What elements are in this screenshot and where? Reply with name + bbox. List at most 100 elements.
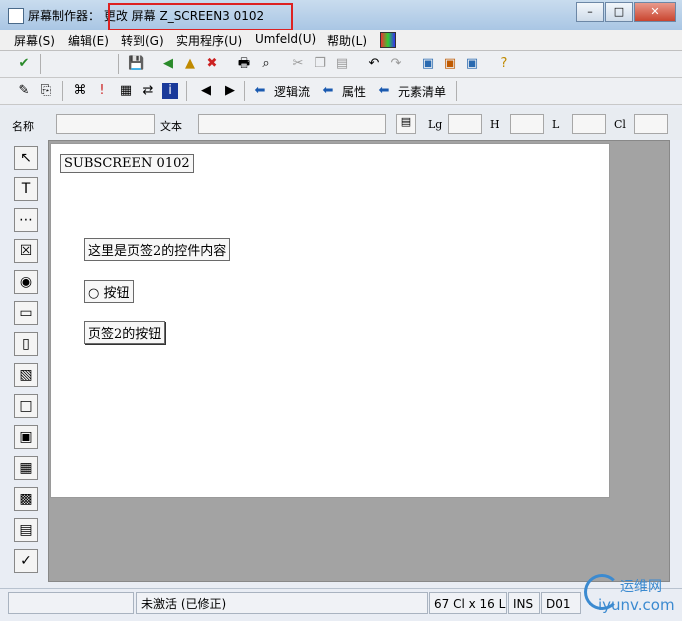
status-system: D01 bbox=[541, 592, 581, 614]
create-session-icon[interactable]: ▣ bbox=[420, 56, 436, 72]
toolbar-divider bbox=[118, 54, 119, 74]
watermark-logo: 运维网 iyunv.com bbox=[584, 572, 680, 618]
text-element[interactable]: 这里是页签2的控件内容 bbox=[84, 238, 231, 261]
back-icon[interactable]: ◀ bbox=[160, 56, 176, 72]
next-icon[interactable]: ▶ bbox=[222, 83, 238, 99]
status-bar: 未激活 (已修正) 67 Cl x 16 L INS D01 bbox=[0, 588, 682, 621]
toolbar-divider bbox=[186, 81, 187, 101]
tab2-push-button[interactable]: 页签2的按钮 bbox=[84, 321, 166, 344]
watermark-url: iyunv.com bbox=[598, 596, 675, 614]
paste-icon[interactable]: ▤ bbox=[334, 56, 350, 72]
box-icon[interactable]: □ bbox=[14, 394, 38, 418]
standard-toolbar: ✔ 💾 ◀ ▲ ✖ 🖶 ⌕ ✂ ❐ ▤ ↶ ↷ ▣ ▣ ▣ ? bbox=[0, 51, 682, 78]
title-bar: 屏幕制作器： 更改 屏幕 Z_SCREEN3 0102 – □ ✕ bbox=[0, 0, 682, 31]
layout-icon[interactable]: ▣ bbox=[464, 56, 480, 72]
attributes-arrow-icon: ⬅ bbox=[322, 83, 334, 98]
toolbar-divider bbox=[456, 81, 457, 101]
highlight-box bbox=[108, 3, 293, 31]
toolbar-divider bbox=[40, 54, 41, 74]
element-palette: ↖ T ⋯ ☒ ◉ ▭ ▯ ▧ □ ▣ ▦ ▩ ▤ ✓ bbox=[14, 146, 40, 580]
menu-help[interactable]: 帮助(L) bbox=[327, 32, 367, 49]
app-icon bbox=[8, 8, 24, 24]
radio-label: 按钮 bbox=[103, 286, 130, 301]
lg-label: Lg bbox=[428, 118, 443, 131]
watermark-text: 运维网 bbox=[620, 579, 662, 595]
generate-shortcut-icon[interactable]: ▣ bbox=[442, 56, 458, 72]
toolbar-divider bbox=[244, 81, 245, 101]
application-toolbar: ✎ ⎘ ⌘ ! ▦ ⇄ i ◀ ▶ ⬅ 逻辑流 ⬅ 属性 ⬅ 元素清单 bbox=[0, 78, 682, 105]
print-icon[interactable]: 🖶 bbox=[236, 56, 252, 72]
redo-icon[interactable]: ↷ bbox=[388, 56, 404, 72]
pencil-icon[interactable]: ✎ bbox=[16, 83, 32, 99]
undo-icon[interactable]: ↶ bbox=[366, 56, 382, 72]
maximize-button[interactable]: □ bbox=[605, 2, 633, 22]
minimize-button[interactable]: – bbox=[576, 2, 604, 22]
attribute-fields: 名称 文本 ▤ Lg H L Cl bbox=[0, 108, 682, 140]
previous-icon[interactable]: ◀ bbox=[198, 83, 214, 99]
other-object-icon[interactable]: ⎘ bbox=[38, 83, 54, 99]
toolbar-divider bbox=[62, 81, 63, 101]
status-icon[interactable]: ✓ bbox=[14, 549, 38, 573]
push-button-icon[interactable]: ▭ bbox=[14, 301, 38, 325]
radio-circle-icon: ○ bbox=[88, 286, 100, 301]
h-input[interactable] bbox=[510, 114, 544, 134]
menu-goto[interactable]: 转到(G) bbox=[121, 32, 164, 49]
cl-label: Cl bbox=[614, 118, 626, 131]
enter-check-icon[interactable]: ✔ bbox=[16, 56, 32, 72]
menu-screen[interactable]: 屏幕(S) bbox=[14, 32, 55, 49]
subscreen-label[interactable]: SUBSCREEN 0102 bbox=[60, 154, 194, 173]
menu-environment[interactable]: Umfeld(U) bbox=[255, 32, 316, 46]
info-icon[interactable]: i bbox=[162, 83, 178, 99]
element-list-arrow-icon: ⬅ bbox=[378, 83, 390, 98]
custom-control-icon[interactable]: ▤ bbox=[14, 518, 38, 542]
element-list-button[interactable]: 元素清单 bbox=[398, 83, 446, 100]
dictionary-icon[interactable]: ▤ bbox=[396, 114, 416, 134]
status-state: 未激活 (已修正) bbox=[136, 592, 428, 614]
radio-button-icon[interactable]: ◉ bbox=[14, 270, 38, 294]
tabstrip-wizard-icon[interactable]: ▧ bbox=[14, 363, 38, 387]
text-label: 文本 bbox=[160, 120, 182, 133]
name-input[interactable] bbox=[56, 114, 155, 134]
title-prefix: 屏幕制作器： bbox=[28, 9, 101, 23]
close-button[interactable]: ✕ bbox=[634, 2, 676, 22]
navigate-icon[interactable]: ⇄ bbox=[140, 83, 156, 99]
table-wizard-icon[interactable]: ▩ bbox=[14, 487, 38, 511]
pointer-icon[interactable]: ↖ bbox=[14, 146, 38, 170]
cl-input[interactable] bbox=[634, 114, 668, 134]
name-label: 名称 bbox=[12, 120, 34, 133]
menu-edit[interactable]: 编辑(E) bbox=[68, 32, 109, 49]
menu-utilities[interactable]: 实用程序(U) bbox=[176, 32, 242, 49]
l-label: L bbox=[552, 118, 560, 131]
activate-icon[interactable]: ! bbox=[94, 83, 110, 99]
window-controls: – □ ✕ bbox=[575, 2, 676, 22]
tabstrip-icon[interactable]: ▯ bbox=[14, 332, 38, 356]
lg-input[interactable] bbox=[448, 114, 482, 134]
status-mode: INS bbox=[508, 592, 540, 614]
copy-icon[interactable]: ❐ bbox=[312, 56, 328, 72]
checkbox-icon[interactable]: ☒ bbox=[14, 239, 38, 263]
status-message-area bbox=[8, 592, 134, 614]
menu-bar: 屏幕(S) 编辑(E) 转到(G) 实用程序(U) Umfeld(U) 帮助(L… bbox=[0, 30, 682, 51]
radio-element[interactable]: ○ 按钮 bbox=[84, 280, 134, 303]
logic-flow-arrow-icon: ⬅ bbox=[254, 83, 266, 98]
h-label: H bbox=[490, 118, 500, 131]
find-icon[interactable]: ⌕ bbox=[258, 56, 274, 72]
layout-editor-icon[interactable]: ▦ bbox=[118, 83, 134, 99]
attributes-button[interactable]: 属性 bbox=[342, 83, 366, 100]
table-control-icon[interactable]: ▦ bbox=[14, 456, 38, 480]
hierarchy-icon[interactable]: ⌘ bbox=[72, 83, 88, 99]
cancel-icon[interactable]: ✖ bbox=[204, 56, 220, 72]
status-size: 67 Cl x 16 L bbox=[429, 592, 507, 614]
subscreen-icon[interactable]: ▣ bbox=[14, 425, 38, 449]
screen-canvas[interactable]: SUBSCREEN 0102 这里是页签2的控件内容 ○ 按钮 页签2的按钮 bbox=[50, 143, 610, 498]
save-icon[interactable]: 💾 bbox=[128, 56, 144, 72]
text-input[interactable] bbox=[198, 114, 386, 134]
cut-icon[interactable]: ✂ bbox=[290, 56, 306, 72]
text-field-icon[interactable]: T bbox=[14, 177, 38, 201]
customize-layout-icon[interactable] bbox=[380, 32, 396, 48]
exit-icon[interactable]: ▲ bbox=[182, 56, 198, 72]
l-input[interactable] bbox=[572, 114, 606, 134]
help-icon[interactable]: ? bbox=[496, 56, 512, 72]
input-field-icon[interactable]: ⋯ bbox=[14, 208, 38, 232]
logic-flow-button[interactable]: 逻辑流 bbox=[274, 83, 310, 100]
